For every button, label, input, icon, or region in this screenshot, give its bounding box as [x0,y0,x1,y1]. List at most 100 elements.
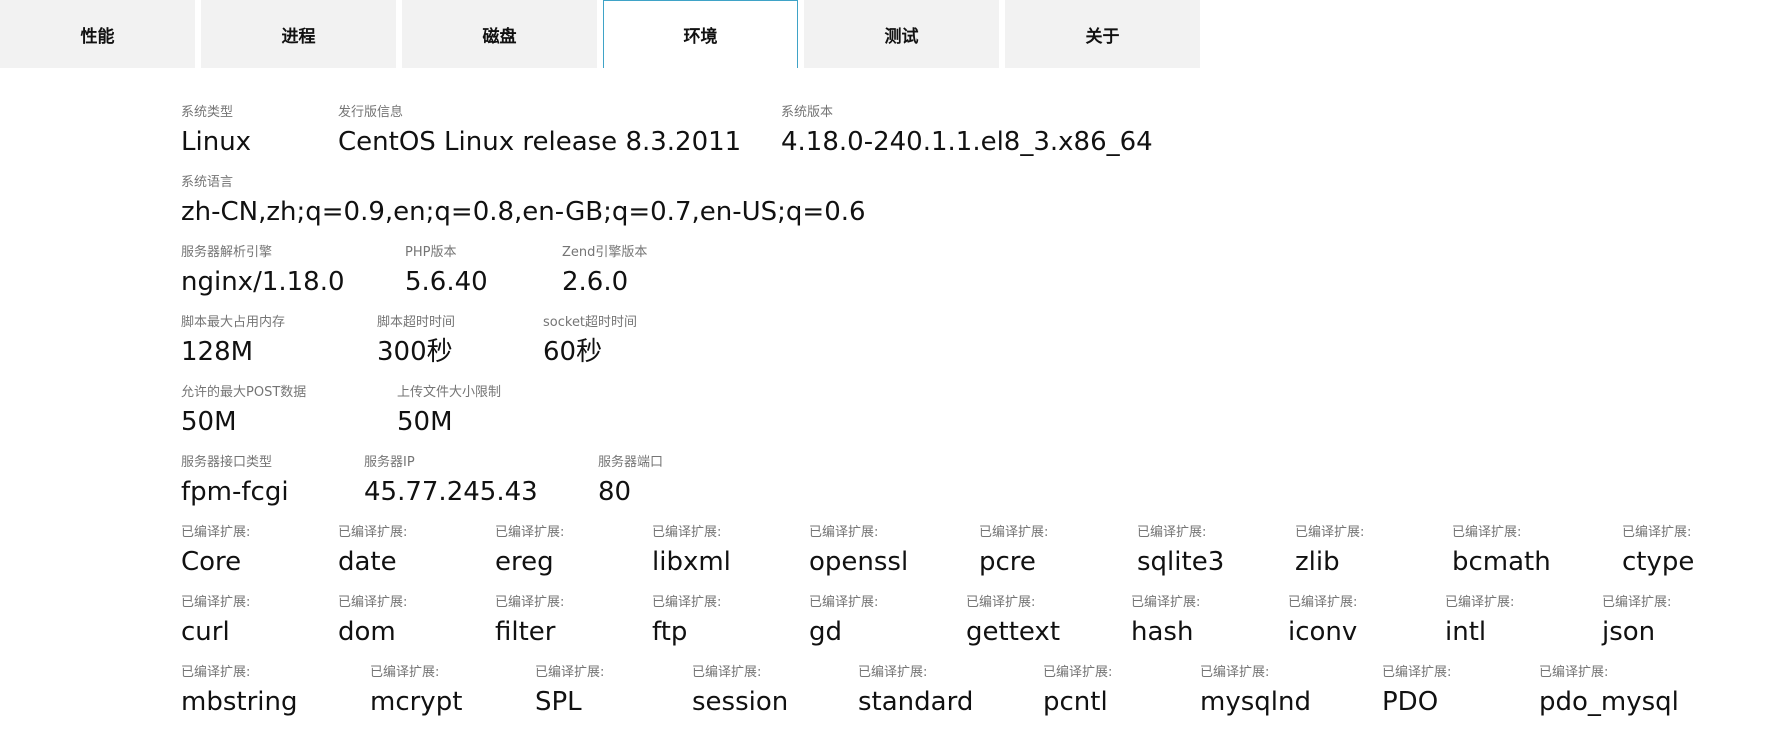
extension-label: 已编译扩展: [652,595,722,610]
extension-item: 已编译扩展: gd [809,594,966,664]
tab-test[interactable]: 测试 [804,0,999,68]
extension-label: 已编译扩展: [1445,595,1515,610]
extension-item: 已编译扩展: ftp [652,594,809,664]
extension-item: 已编译扩展: zlib [1295,524,1452,594]
post-max-size-item: 允许的最大POST数据 50M [181,384,397,454]
extension-value: date [338,547,397,577]
tab-disk[interactable]: 磁盘 [402,0,597,68]
extension-label: 已编译扩展: [338,525,408,540]
php-version-label: PHP版本 [405,245,457,260]
extension-label: 已编译扩展: [1043,665,1113,680]
extension-item: 已编译扩展: intl [1445,594,1602,664]
extension-item: 已编译扩展: libxml [652,524,809,594]
extension-value: mcrypt [370,687,463,717]
distro-info-item: 发行版信息 CentOS Linux release 8.3.2011 [338,104,781,174]
system-version-item: 系统版本 4.18.0-240.1.1.el8_3.x86_64 [781,104,1181,174]
php-version-item: PHP版本 5.6.40 [405,244,562,314]
system-version-label: 系统版本 [781,105,834,120]
server-ip-value: 45.77.245.43 [364,477,538,507]
extension-item: 已编译扩展: dom [338,594,495,664]
info-row: 服务器解析引擎 nginx/1.18.0 PHP版本 5.6.40 Zend引擎版本 2.… [181,244,1781,314]
extension-item: 已编译扩展: sqlite3 [1137,524,1295,594]
memory-limit-label: 脚本最大占用内存 [181,315,286,330]
extension-label: 已编译扩展: [1382,665,1452,680]
extension-label: 已编译扩展: [979,525,1049,540]
system-type-value: Linux [181,127,252,157]
tab-bar: 性能 进程 磁盘 环境 测试 关于 [0,0,1206,68]
extension-value: libxml [652,547,731,577]
extension-label: 已编译扩展: [1452,525,1522,540]
extension-value: hash [1131,617,1194,647]
extension-value: pcre [979,547,1036,577]
tab-environment[interactable]: 环境 [603,0,798,68]
extension-label: 已编译扩展: [1288,595,1358,610]
extension-label: 已编译扩展: [1200,665,1270,680]
extensions-row: 已编译扩展: Core 已编译扩展: date 已编译扩展: ereg 已编译扩展: libx… [181,524,1781,594]
extension-value: intl [1445,617,1487,647]
server-engine-item: 服务器解析引擎 nginx/1.18.0 [181,244,405,314]
extension-item: 已编译扩展: bcmath [1452,524,1622,594]
extension-item: 已编译扩展: mysqlnd [1200,664,1382,734]
extension-label: 已编译扩展: [495,595,565,610]
extension-item: 已编译扩展: standard [858,664,1043,734]
server-api-value: fpm-fcgi [181,477,289,507]
extension-value: pcntl [1043,687,1108,717]
tab-processes[interactable]: 进程 [201,0,396,68]
extension-item: 已编译扩展: hash [1131,594,1288,664]
extension-value: ctype [1622,547,1695,577]
extension-label: 已编译扩展: [652,525,722,540]
extension-item: 已编译扩展: filter [495,594,652,664]
extension-item: 已编译扩展: ctype [1622,524,1772,594]
extension-value: openssl [809,547,909,577]
extension-label: 已编译扩展: [1295,525,1365,540]
zend-version-item: Zend引擎版本 2.6.0 [562,244,712,314]
system-language-value: zh-CN,zh;q=0.9,en;q=0.8,en-GB;q=0.7,en-U… [181,197,866,227]
info-row: 系统语言 zh-CN,zh;q=0.9,en;q=0.8,en-GB;q=0.7,… [181,174,1781,244]
extension-value: bcmath [1452,547,1551,577]
zend-version-label: Zend引擎版本 [562,245,648,260]
post-max-size-value: 50M [181,407,237,437]
extension-label: 已编译扩展: [495,525,565,540]
tab-performance[interactable]: 性能 [0,0,195,68]
tab-about[interactable]: 关于 [1005,0,1200,68]
extension-item: 已编译扩展: SPL [535,664,692,734]
max-execution-time-item: 脚本超时时间 300秒 [377,314,543,384]
extension-item: 已编译扩展: PDO [1382,664,1539,734]
info-row: 允许的最大POST数据 50M 上传文件大小限制 50M [181,384,1781,454]
extension-value: Core [181,547,242,577]
extension-label: 已编译扩展: [535,665,605,680]
server-ip-label: 服务器IP [364,455,415,470]
server-api-label: 服务器接口类型 [181,455,273,470]
extension-value: ftp [652,617,688,647]
extension-item: 已编译扩展: gettext [966,594,1131,664]
extension-value: mysqlnd [1200,687,1311,717]
extension-label: 已编译扩展: [858,665,928,680]
max-execution-time-value: 300秒 [377,337,453,367]
system-version-value: 4.18.0-240.1.1.el8_3.x86_64 [781,127,1153,157]
server-engine-value: nginx/1.18.0 [181,267,345,297]
extension-item: 已编译扩展: curl [181,594,338,664]
extension-value: filter [495,617,556,647]
extension-value: ereg [495,547,554,577]
extension-value: gd [809,617,843,647]
extension-value: sqlite3 [1137,547,1225,577]
post-max-size-label: 允许的最大POST数据 [181,385,307,400]
extension-item: 已编译扩展: date [338,524,495,594]
extension-value: json [1602,617,1656,647]
socket-timeout-label: socket超时时间 [543,315,638,330]
system-type-label: 系统类型 [181,105,234,120]
extension-label: 已编译扩展: [1131,595,1201,610]
extension-value: iconv [1288,617,1358,647]
zend-version-value: 2.6.0 [562,267,629,297]
extension-item: 已编译扩展: pcre [979,524,1137,594]
extension-item: 已编译扩展: Core [181,524,338,594]
extensions-row: 已编译扩展: curl 已编译扩展: dom 已编译扩展: filter 已编译扩展: ftp… [181,594,1781,664]
extension-value: mbstring [181,687,298,717]
php-version-value: 5.6.40 [405,267,488,297]
extension-item: 已编译扩展: ereg [495,524,652,594]
extension-item: 已编译扩展: iconv [1288,594,1445,664]
info-row: 脚本最大占用内存 128M 脚本超时时间 300秒 socket超时时间 60秒 [181,314,1781,384]
extension-value: gettext [966,617,1061,647]
upload-max-filesize-item: 上传文件大小限制 50M [397,384,577,454]
extension-value: pdo_mysql [1539,687,1679,717]
